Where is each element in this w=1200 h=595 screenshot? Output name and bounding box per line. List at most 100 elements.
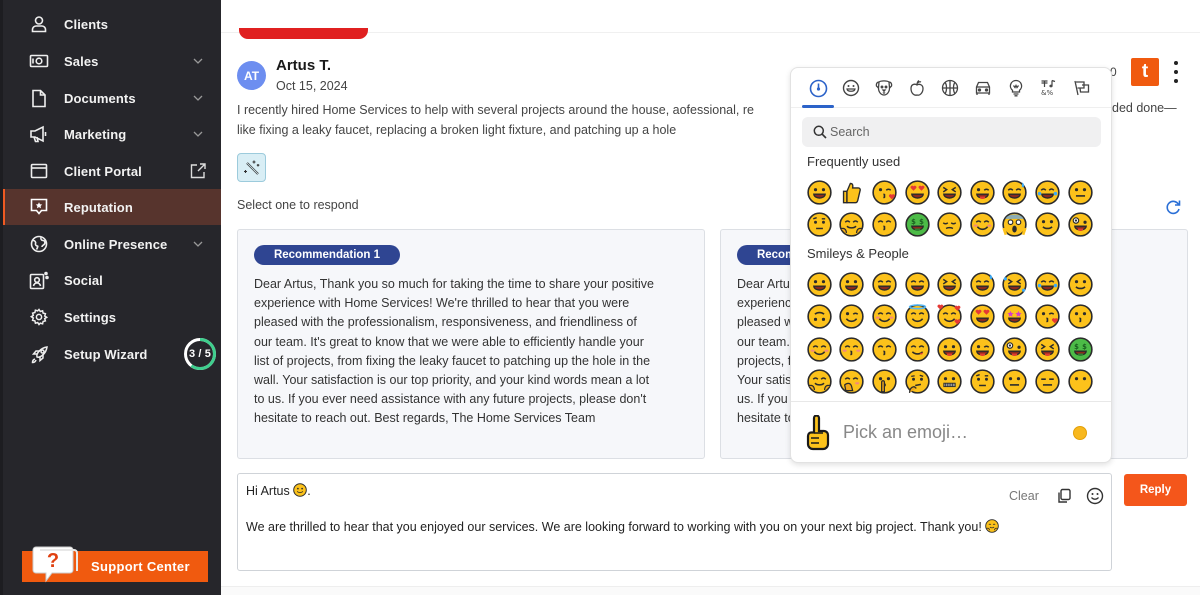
emoji-hugging[interactable] bbox=[836, 209, 869, 242]
emoji-squint-laugh[interactable] bbox=[933, 268, 966, 301]
ai-generate-button[interactable] bbox=[237, 153, 266, 182]
zipper-emoji-icon bbox=[937, 369, 962, 394]
emoji-sweat-smile[interactable] bbox=[999, 176, 1032, 209]
emoji-kiss-heart[interactable] bbox=[1031, 301, 1064, 334]
emoji-neutral[interactable] bbox=[999, 366, 1032, 399]
skin-tone-selector[interactable] bbox=[1073, 426, 1087, 440]
emoji-smiley[interactable] bbox=[836, 268, 869, 301]
more-options-button[interactable] bbox=[1172, 61, 1180, 83]
sidebar-item-social[interactable]: Social bbox=[3, 262, 221, 298]
lightbulb-icon[interactable] bbox=[1006, 78, 1026, 98]
emoji-raised-brow[interactable] bbox=[966, 366, 999, 399]
emoji-grin[interactable] bbox=[901, 268, 934, 301]
tongue-emoji-icon bbox=[937, 337, 962, 362]
sidebar-item-sales[interactable]: Sales bbox=[3, 43, 221, 79]
emoji-squint-tongue[interactable] bbox=[1031, 333, 1064, 366]
emoji-tongue[interactable] bbox=[933, 333, 966, 366]
innocent-emoji-icon bbox=[904, 304, 930, 329]
chevron-down-icon bbox=[193, 241, 203, 247]
flags-icon[interactable] bbox=[1072, 78, 1092, 98]
emoji-picker: &% Frequently used $$ Smileys & People $… bbox=[790, 67, 1112, 463]
emoji-scream[interactable] bbox=[999, 209, 1032, 242]
support-center-button[interactable]: ? Support Center bbox=[22, 546, 208, 583]
emoji-zany[interactable] bbox=[999, 333, 1032, 366]
recommendation-card[interactable]: Recommendation 1 Dear Artus, Thank you s… bbox=[237, 229, 705, 459]
emoji-expressionless[interactable] bbox=[1031, 366, 1064, 399]
emoji-yum[interactable] bbox=[901, 333, 934, 366]
emoji-blush[interactable] bbox=[966, 209, 999, 242]
emoji-search-input[interactable] bbox=[830, 117, 1090, 147]
external-link-icon[interactable] bbox=[189, 162, 207, 180]
emoji-sweat-smile[interactable] bbox=[966, 268, 999, 301]
emoji-heart-eyes[interactable] bbox=[901, 176, 934, 209]
emoji-squint-laugh[interactable] bbox=[933, 176, 966, 209]
recent-clock-icon[interactable] bbox=[808, 78, 828, 98]
social-icon bbox=[29, 270, 49, 290]
basketball-icon[interactable] bbox=[940, 78, 960, 98]
apple-icon[interactable] bbox=[907, 78, 927, 98]
emoji-smile[interactable] bbox=[868, 268, 901, 301]
sidebar-item-clients[interactable]: Clients bbox=[3, 6, 221, 42]
sidebar-item-marketing[interactable]: Marketing bbox=[3, 116, 221, 152]
emoji-zany[interactable] bbox=[1064, 209, 1097, 242]
emoji-slight-smile[interactable] bbox=[1064, 268, 1097, 301]
sidebar-item-settings[interactable]: Settings bbox=[3, 299, 221, 335]
emoji-kissing-closed[interactable] bbox=[868, 209, 901, 242]
emoji-kiss-heart[interactable] bbox=[868, 176, 901, 209]
emoji-neutral[interactable] bbox=[1064, 176, 1097, 209]
sidebar-item-setup-wizard[interactable]: Setup Wizard 3 / 5 bbox=[3, 336, 221, 372]
refresh-icon[interactable] bbox=[1164, 198, 1182, 216]
joy-emoji-icon bbox=[1035, 180, 1060, 205]
emoji-blush[interactable] bbox=[868, 301, 901, 334]
emoji-raised-brow[interactable] bbox=[803, 209, 836, 242]
emoji-picker-button[interactable] bbox=[1086, 487, 1104, 505]
copy-icon[interactable] bbox=[1056, 488, 1072, 504]
emoji-wink-tongue[interactable] bbox=[966, 176, 999, 209]
emoji-zipper[interactable] bbox=[933, 366, 966, 399]
emoji-thinking[interactable] bbox=[901, 366, 934, 399]
car-icon[interactable] bbox=[973, 78, 993, 98]
review-text-tail: ded done— bbox=[1112, 101, 1177, 115]
emoji-shushing[interactable] bbox=[868, 366, 901, 399]
emoji-wink-tongue[interactable] bbox=[966, 333, 999, 366]
section-title-smileys: Smileys & People bbox=[807, 246, 909, 261]
sidebar-item-reputation[interactable]: Reputation bbox=[3, 189, 221, 225]
emoji-kissing-closed[interactable] bbox=[868, 333, 901, 366]
emoji-grinning[interactable] bbox=[803, 176, 836, 209]
emoji-money-mouth[interactable]: $ $ bbox=[1064, 333, 1097, 366]
heart-eyes-emoji-icon bbox=[904, 180, 930, 205]
emoji-joy[interactable] bbox=[1031, 176, 1064, 209]
emoji-innocent[interactable] bbox=[901, 301, 934, 334]
emoji-money-mouth[interactable]: $ $ bbox=[901, 209, 934, 242]
symbols-icon[interactable]: &% bbox=[1039, 78, 1059, 98]
emoji-no-mouth[interactable] bbox=[1064, 366, 1097, 399]
smiley-icon[interactable] bbox=[841, 78, 861, 98]
emoji-heart-eyes[interactable] bbox=[966, 301, 999, 334]
emoji-pensive[interactable] bbox=[933, 209, 966, 242]
reply-button[interactable]: Reply bbox=[1124, 474, 1187, 506]
emoji-upside-down[interactable] bbox=[803, 301, 836, 334]
emoji-hugging[interactable] bbox=[803, 366, 836, 399]
emoji-rofl[interactable] bbox=[999, 268, 1032, 301]
emoji-grinning[interactable] bbox=[803, 268, 836, 301]
emoji-wink[interactable] bbox=[836, 301, 869, 334]
upside-down-emoji-icon bbox=[807, 304, 832, 329]
sidebar-item-client-portal[interactable]: Client Portal bbox=[3, 153, 221, 189]
sidebar-item-online-presence[interactable]: Online Presence bbox=[3, 226, 221, 262]
emoji-hand-over-mouth[interactable] bbox=[836, 366, 869, 399]
emoji-relaxed[interactable] bbox=[803, 333, 836, 366]
emoji-slight-smile[interactable] bbox=[1031, 209, 1064, 242]
document-icon bbox=[29, 88, 49, 108]
sidebar-item-documents[interactable]: Documents bbox=[3, 80, 221, 116]
reply-editor[interactable]: Hi Artus . We are thrilled to hear that … bbox=[237, 473, 1112, 571]
emoji-kissing[interactable] bbox=[1064, 301, 1097, 334]
clear-button[interactable]: Clear bbox=[1009, 489, 1039, 503]
emoji-smiling-hearts[interactable] bbox=[933, 301, 966, 334]
emoji-search[interactable] bbox=[802, 117, 1101, 147]
emoji-kissing-smiling[interactable] bbox=[836, 333, 869, 366]
emoji-star-struck[interactable] bbox=[999, 301, 1032, 334]
emoji-joy[interactable] bbox=[1031, 268, 1064, 301]
dog-icon[interactable] bbox=[874, 78, 894, 98]
emoji-thumbs-up[interactable] bbox=[836, 176, 869, 209]
chevron-down-icon bbox=[193, 58, 203, 64]
